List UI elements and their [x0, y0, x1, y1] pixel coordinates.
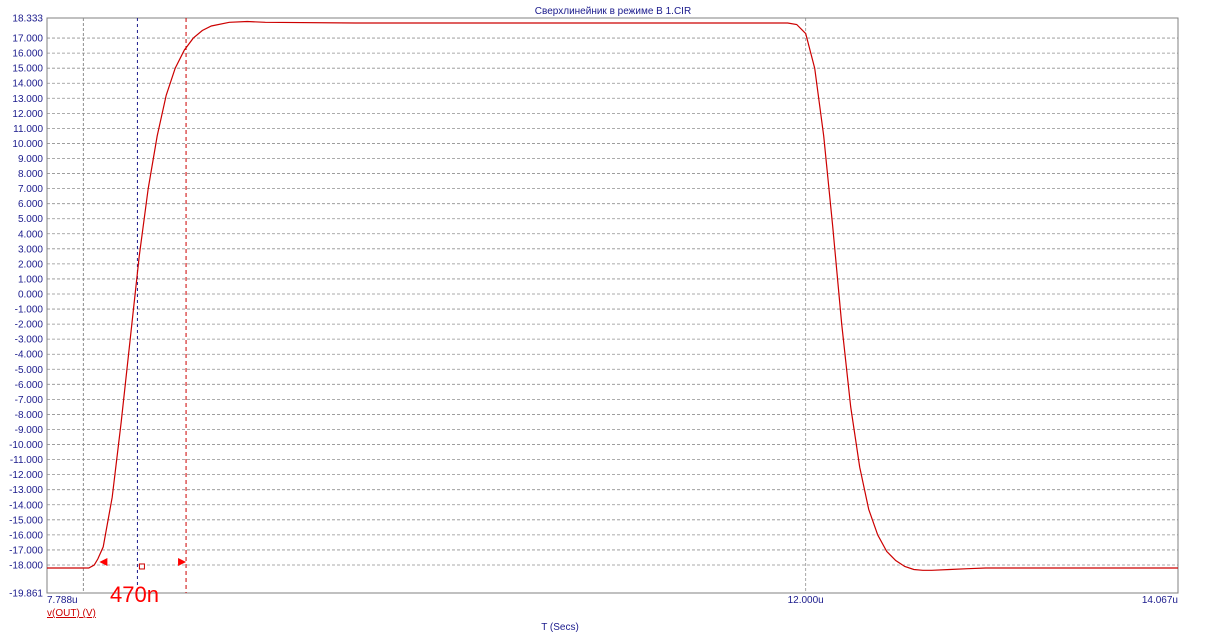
y-tick-label: -2.000 [15, 320, 44, 331]
y-tick-label: 15.000 [12, 64, 43, 75]
annotation-label: 470n [110, 582, 159, 607]
x-axis-label: T (Secs) [541, 622, 579, 633]
y-tick-label: 6.000 [18, 199, 43, 210]
y-tick-label: -12.000 [9, 470, 43, 481]
chart-title: Сверхлинейник в режиме В 1.CIR [535, 6, 691, 17]
y-tick-label: 13.000 [12, 94, 43, 105]
plot-area [46, 17, 1179, 594]
cursor-markers [99, 557, 187, 570]
series-line-v-out [47, 20, 1178, 571]
y-tick-label: 14.000 [12, 79, 43, 90]
y-tick-label: 12.000 [12, 109, 43, 120]
y-tick-label: 8.000 [18, 169, 43, 180]
y-tick-label: -13.000 [9, 485, 43, 496]
y-tick-label: 1.000 [18, 274, 43, 285]
x-tick-label: 12.000u [788, 595, 824, 606]
y-axis: 18.333 17.000 16.000 15.000 14.000 13.000 12.0… [9, 14, 43, 600]
y-tick-label: 5.000 [18, 214, 43, 225]
y-tick-label: -14.000 [9, 500, 43, 511]
y-tick-label: -6.000 [15, 380, 44, 391]
y-tick-label: 2.000 [18, 259, 43, 270]
y-tick-label: -9.000 [15, 425, 44, 436]
y-tick-label: -15.000 [9, 515, 43, 526]
y-tick-label: -10.000 [9, 440, 43, 451]
y-tick-label: 11.000 [13, 124, 43, 135]
y-tick-label: -7.000 [15, 395, 44, 406]
y-tick-label: -3.000 [15, 335, 44, 346]
y-tick-label: -1.000 [15, 305, 44, 316]
x-axis: 7.788u 12.000u 14.067u [47, 595, 1178, 606]
cursors [82, 18, 187, 593]
y-tick-label: -4.000 [15, 350, 44, 361]
y-tick-label: -8.000 [15, 410, 44, 421]
y-tick-label: 3.000 [18, 244, 43, 255]
y-tick-label: 4.000 [18, 229, 43, 240]
y-tick-label: 18.333 [12, 14, 43, 25]
y-tick-label: 16.000 [12, 49, 43, 60]
y-tick-label: 9.000 [18, 154, 43, 165]
y-tick-label: -11.000 [10, 455, 44, 466]
y-tick-label: -17.000 [9, 545, 43, 556]
y-tick-label: 17.000 [12, 34, 43, 45]
chart: Сверхлинейник в режиме В 1.CIR 18.333 17.… [9, 6, 1179, 633]
y-tick-label: 10.000 [12, 139, 43, 150]
y-tick-label: 7.000 [18, 184, 43, 195]
grid [47, 18, 1178, 593]
y-tick-label: -5.000 [15, 365, 44, 376]
y-tick-label: -18.000 [9, 560, 43, 571]
legend-series-name: v(OUT) (V) [47, 608, 96, 619]
cursor-marker-square [138, 563, 145, 570]
x-tick-label: 7.788u [47, 595, 78, 606]
y-tick-label: -19.861 [9, 589, 43, 600]
y-tick-label: 0.000 [18, 289, 43, 300]
y-tick-label: -16.000 [9, 530, 43, 541]
x-tick-label: 14.067u [1142, 595, 1178, 606]
